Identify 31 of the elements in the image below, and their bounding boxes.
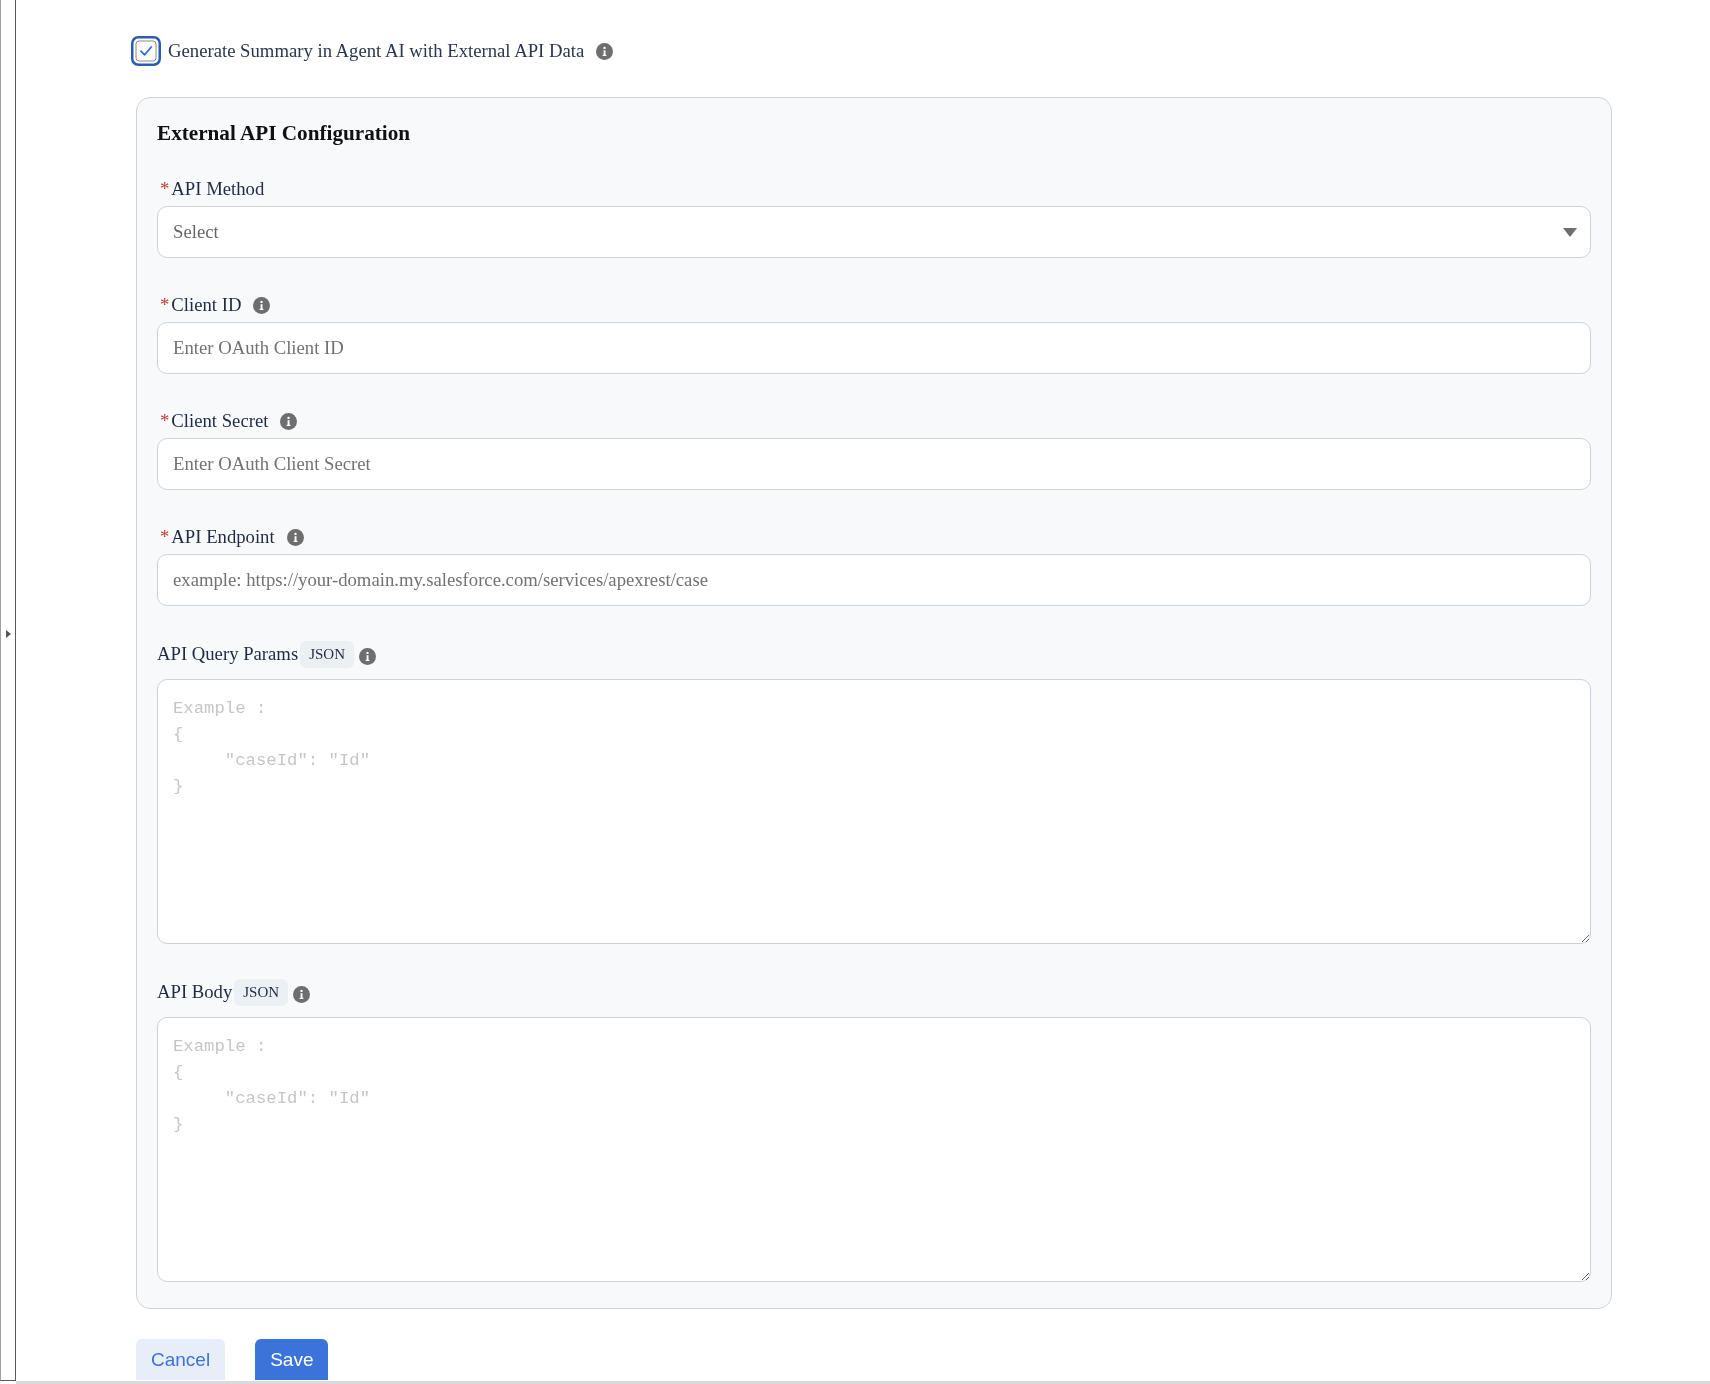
field-label: API Query Params xyxy=(157,643,299,665)
info-icon[interactable] xyxy=(280,412,298,430)
field-label: Client ID xyxy=(171,294,242,316)
required-mark: * xyxy=(160,178,170,200)
caret-down-icon xyxy=(1563,227,1577,237)
input-field[interactable]: Enter OAuth Client ID xyxy=(157,322,1591,374)
checkbox[interactable] xyxy=(131,36,161,66)
field-label: Client Secret xyxy=(171,410,269,432)
primary-button[interactable]: Save xyxy=(255,1339,329,1380)
info-icon[interactable] xyxy=(286,528,304,546)
format-badge: JSON xyxy=(300,640,355,668)
input-field[interactable]: Enter OAuth Client Secret xyxy=(157,438,1591,490)
dropdown-field[interactable]: Select xyxy=(157,206,1591,258)
checkbox-label: Generate Summary in Agent AI with External API Data xyxy=(168,40,585,62)
field-label: API Body xyxy=(157,981,233,1003)
textarea-field[interactable]: Example : { "caseId": "Id" } xyxy=(157,679,1591,944)
info-icon[interactable] xyxy=(293,986,311,1003)
textarea-field[interactable]: Example : { "caseId": "Id" } xyxy=(157,1017,1591,1282)
info-icon[interactable] xyxy=(596,42,614,60)
secondary-button[interactable]: Cancel xyxy=(136,1339,226,1380)
format-badge: JSON xyxy=(234,978,289,1006)
input-field[interactable]: example: https://your-domain.my.salesforce.com/services/apexrest/case xyxy=(157,554,1591,606)
info-icon[interactable] xyxy=(359,648,377,665)
expand-caret-icon[interactable] xyxy=(5,630,11,638)
field-label: API Method xyxy=(171,178,265,200)
info-icon[interactable] xyxy=(253,296,271,314)
required-mark: * xyxy=(160,294,170,316)
required-mark: * xyxy=(160,410,170,432)
field-label: API Endpoint xyxy=(171,526,275,548)
section-title: External API Configuration xyxy=(157,120,411,147)
required-mark: * xyxy=(160,526,170,548)
